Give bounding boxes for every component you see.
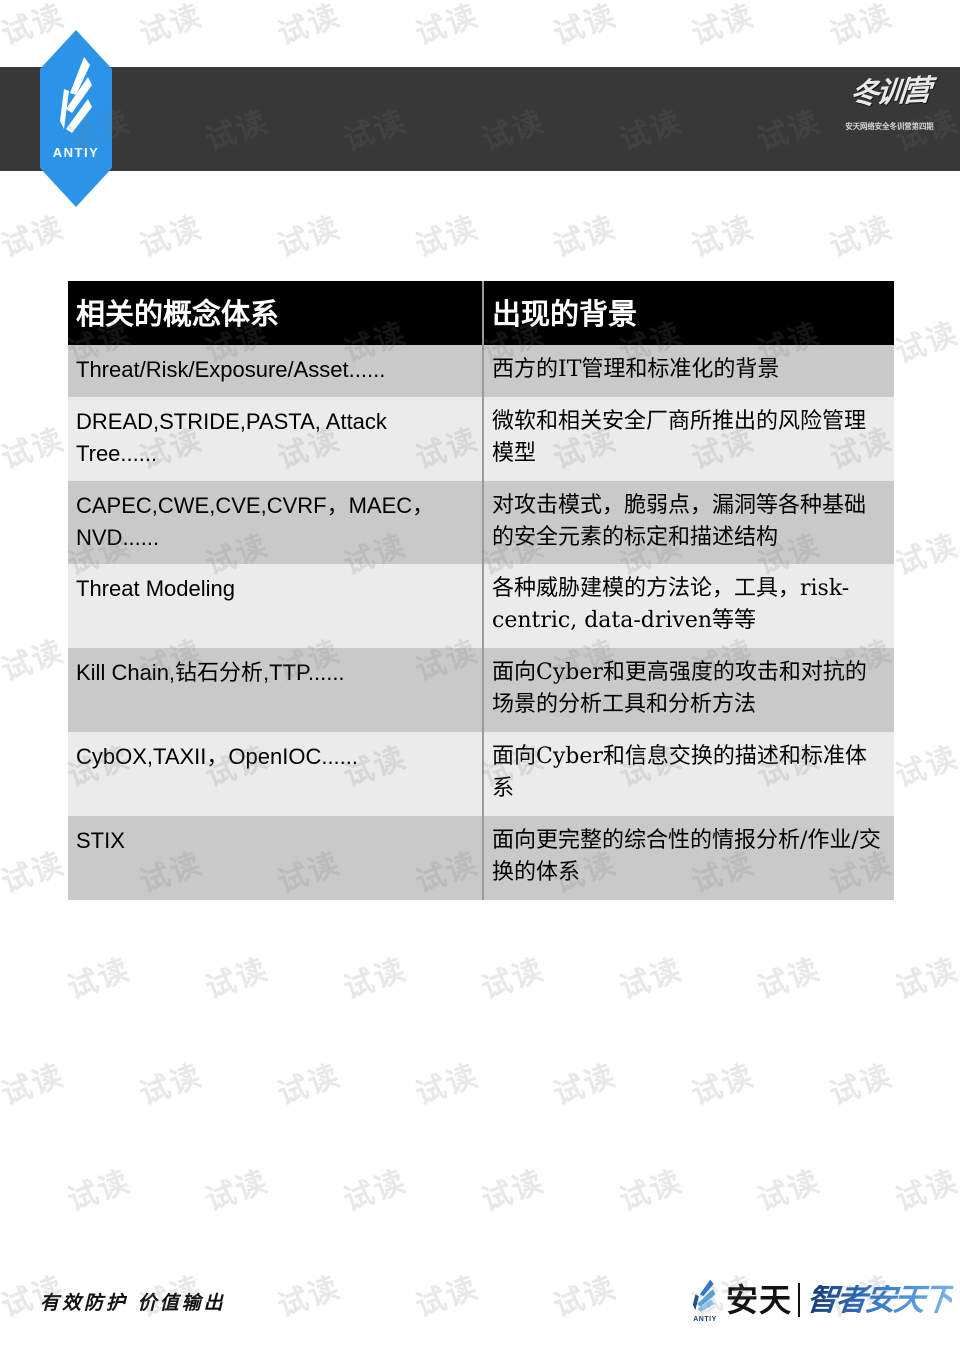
footer-tagline: 智者安天下 bbox=[805, 1281, 954, 1318]
footer-slogan: 有效防护 价值输出 bbox=[40, 1292, 226, 1314]
watermark-text: 试读 bbox=[135, 0, 208, 53]
table-row: Kill Chain,钻石分析,TTP...... 面向Cyber和更高强度的攻击… bbox=[68, 648, 894, 733]
cell-concept: Threat Modeling bbox=[68, 564, 483, 649]
watermark-text: 试读 bbox=[615, 1163, 688, 1219]
watermark-text: 试读 bbox=[63, 951, 136, 1007]
watermark-text: 试读 bbox=[63, 1163, 136, 1219]
column-header-background: 出现的背景 bbox=[482, 281, 894, 345]
watermark-text: 试读 bbox=[201, 1163, 274, 1219]
table-row: DREAD,STRIDE,PASTA, Attack Tree...... 微软和… bbox=[68, 396, 894, 481]
watermark-text: 试读 bbox=[339, 951, 412, 1007]
watermark-text: 试读 bbox=[273, 1057, 346, 1113]
cell-background: 对攻击模式，脆弱点，漏洞等各种基础的安全元素的标定和描述结构 bbox=[482, 480, 894, 565]
watermark-text: 试读 bbox=[687, 0, 760, 53]
cell-background: 微软和相关安全厂商所推出的风险管理模型 bbox=[482, 396, 894, 481]
watermark-text: 试读 bbox=[615, 951, 688, 1007]
watermark-text: 试读 bbox=[549, 0, 622, 53]
header-band bbox=[0, 67, 960, 171]
watermark-text: 试读 bbox=[0, 421, 70, 477]
cell-concept: DREAD,STRIDE,PASTA, Attack Tree...... bbox=[68, 396, 483, 481]
watermark-text: 试读 bbox=[0, 1057, 70, 1113]
cell-background: 面向更完整的综合性的情报分析/作业/交换的体系 bbox=[482, 815, 894, 900]
logo-wordmark: ANTIY bbox=[52, 145, 100, 160]
watermark-text: 试读 bbox=[687, 1057, 760, 1113]
cell-concept: Kill Chain,钻石分析,TTP...... bbox=[68, 648, 483, 733]
watermark-text: 试读 bbox=[753, 951, 826, 1007]
concept-systems-table: 相关的概念体系 出现的背景 Threat/Risk/Exposure/Asset… bbox=[68, 281, 894, 900]
watermark-text: 试读 bbox=[687, 209, 760, 265]
watermark-text: 试读 bbox=[273, 1269, 346, 1325]
watermark-text: 试读 bbox=[411, 1269, 484, 1325]
watermark-text: 试读 bbox=[891, 1163, 960, 1219]
antiy-logo-footer: ANTIY 安天 智者安天下 bbox=[687, 1272, 954, 1328]
watermark-text: 试读 bbox=[411, 209, 484, 265]
watermark-text: 试读 bbox=[549, 1057, 622, 1113]
watermark-text: 试读 bbox=[135, 209, 208, 265]
table-row: Threat Modeling 各种威胁建模的方法论，工具，risk-centri… bbox=[68, 564, 894, 649]
table-row: STIX 面向更完整的综合性的情报分析/作业/交换的体系 bbox=[68, 815, 894, 900]
cell-background: 面向Cyber和信息交换的描述和标准体系 bbox=[482, 732, 894, 816]
cell-concept: STIX bbox=[68, 815, 483, 900]
watermark-text: 试读 bbox=[0, 845, 70, 901]
footer-divider bbox=[798, 1283, 800, 1317]
cell-background: 西方的IT管理和标准化的背景 bbox=[482, 345, 894, 397]
feather-mark-icon: ANTIY bbox=[687, 1277, 723, 1323]
header-calligraphy-block: 冬训营 安天网络安全冬训营第四期 bbox=[827, 72, 952, 170]
cell-concept: CybOX,TAXII，OpenIOC...... bbox=[68, 732, 483, 816]
watermark-text: 试读 bbox=[891, 315, 960, 371]
watermark-text: 试读 bbox=[411, 0, 484, 53]
column-header-concept: 相关的概念体系 bbox=[68, 281, 483, 345]
watermark-text: 试读 bbox=[549, 1269, 622, 1325]
watermark-text: 试读 bbox=[825, 0, 898, 53]
table-header-row: 相关的概念体系 出现的背景 bbox=[68, 281, 894, 345]
watermark-text: 试读 bbox=[273, 0, 346, 53]
cell-background: 各种威胁建模的方法论，工具，risk-centric, data-driven等… bbox=[482, 564, 894, 649]
watermark-text: 试读 bbox=[273, 209, 346, 265]
cell-background: 面向Cyber和更高强度的攻击和对抗的场景的分析工具和分析方法 bbox=[482, 648, 894, 733]
watermark-text: 试读 bbox=[477, 951, 550, 1007]
footer-wordmark: ANTIY bbox=[693, 1316, 717, 1323]
table-row: Threat/Risk/Exposure/Asset...... 西方的IT管理和… bbox=[68, 345, 894, 397]
watermark-text: 试读 bbox=[477, 1163, 550, 1219]
table-body: Threat/Risk/Exposure/Asset...... 西方的IT管理和… bbox=[68, 345, 894, 900]
watermark-text: 试读 bbox=[825, 1057, 898, 1113]
watermark-text: 试读 bbox=[891, 739, 960, 795]
watermark-text: 试读 bbox=[753, 1163, 826, 1219]
watermark-text: 试读 bbox=[891, 951, 960, 1007]
cell-concept: CAPEC,CWE,CVE,CVRF，MAEC，NVD...... bbox=[68, 480, 483, 565]
cell-concept: Threat/Risk/Exposure/Asset...... bbox=[68, 345, 483, 397]
calligraphy-subtitle: 安天网络安全冬训营第四期 bbox=[845, 122, 934, 131]
watermark-text: 试读 bbox=[825, 209, 898, 265]
watermark-text: 试读 bbox=[201, 951, 274, 1007]
calligraphy-title: 冬训营 bbox=[848, 72, 931, 112]
watermark-text: 试读 bbox=[0, 633, 70, 689]
watermark-text: 试读 bbox=[891, 527, 960, 583]
watermark-text: 试读 bbox=[135, 1057, 208, 1113]
footer-brand-cn: 安天 bbox=[725, 1281, 792, 1319]
watermark-text: 试读 bbox=[339, 1163, 412, 1219]
antiy-logo-header: ANTIY bbox=[40, 30, 112, 207]
watermark-text: 试读 bbox=[549, 209, 622, 265]
table-row: CybOX,TAXII，OpenIOC...... 面向Cyber和信息交换的描述… bbox=[68, 732, 894, 816]
feather-icon bbox=[60, 57, 92, 133]
watermark-text: 试读 bbox=[411, 1057, 484, 1113]
watermark-text: 试读 bbox=[0, 209, 70, 265]
table-row: CAPEC,CWE,CVE,CVRF，MAEC，NVD...... 对攻击模式，脆… bbox=[68, 480, 894, 565]
